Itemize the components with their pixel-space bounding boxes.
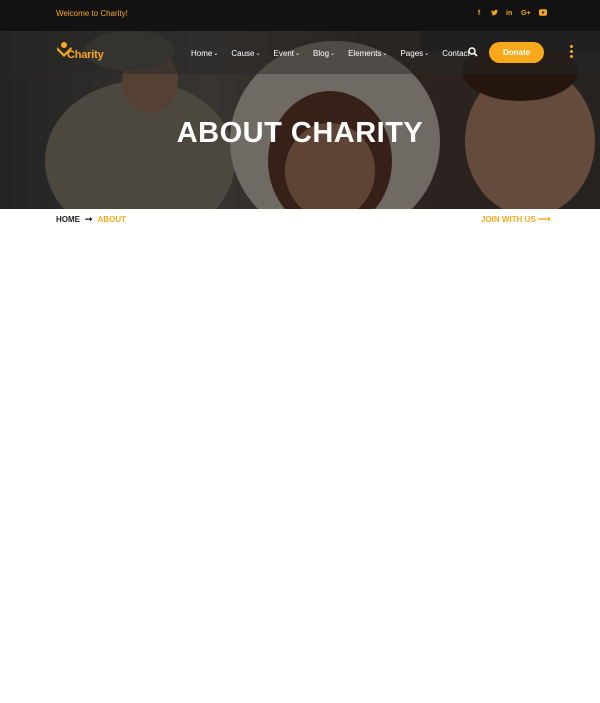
join-with-us-link[interactable]: JOIN WITH US ⟶: [481, 214, 551, 225]
google-plus-icon[interactable]: G+: [521, 9, 531, 19]
chevron-down-icon: ⌄: [295, 50, 301, 57]
chevron-down-icon: ⌄: [382, 50, 388, 57]
chevron-down-icon: ⌄: [213, 50, 219, 57]
nav-item-pages[interactable]: Pages ⌄: [400, 47, 429, 59]
nav-item-blog[interactable]: Blog ⌄: [313, 47, 335, 59]
nav-item-home[interactable]: Home ⌄: [191, 47, 218, 59]
primary-nav: Home ⌄ Cause ⌄ Event ⌄ Blog ⌄ Elements ⌄ Page…: [191, 47, 483, 59]
arrow-right-icon: ➞: [85, 214, 93, 224]
breadcrumb-current: ABOUT: [97, 215, 126, 224]
welcome-text: Welcome to Charity!: [56, 9, 128, 18]
logo-text[interactable]: Charity: [67, 49, 104, 61]
join-label: JOIN WITH US: [481, 215, 536, 224]
youtube-icon[interactable]: [539, 9, 547, 19]
chevron-down-icon: ⌄: [330, 50, 336, 57]
more-menu-icon[interactable]: [570, 45, 574, 59]
nav-label: Cause: [231, 48, 255, 58]
search-icon[interactable]: [468, 47, 478, 57]
top-bar: Welcome to Charity! f in G+: [0, 0, 600, 31]
linkedin-icon[interactable]: in: [506, 9, 512, 19]
nav-label: Blog: [313, 48, 330, 58]
nav-item-contact[interactable]: Contact: [442, 47, 470, 59]
nav-label: Elements: [348, 48, 382, 58]
nav-label: Pages: [400, 48, 424, 58]
nav-label: Home: [191, 48, 213, 58]
chevron-down-icon: ⌄: [255, 50, 261, 57]
social-links: f in G+: [476, 9, 547, 19]
twitter-icon[interactable]: [491, 9, 498, 19]
breadcrumb-home[interactable]: HOME: [56, 215, 80, 224]
nav-item-elements[interactable]: Elements ⌄: [348, 47, 387, 59]
page-title: ABOUT CHARITY: [176, 117, 424, 149]
facebook-icon[interactable]: f: [476, 9, 482, 19]
nav-label: Contact: [442, 48, 470, 58]
nav-item-cause[interactable]: Cause ⌄: [231, 47, 260, 59]
chevron-down-icon: ⌄: [424, 50, 430, 57]
nav-label: Event: [273, 48, 294, 58]
arrow-right-icon: ⟶: [537, 214, 551, 224]
donate-button[interactable]: Donate: [489, 42, 544, 63]
nav-item-event[interactable]: Event ⌄: [274, 47, 301, 59]
breadcrumb: HOME ➞ ABOUT: [56, 214, 126, 225]
